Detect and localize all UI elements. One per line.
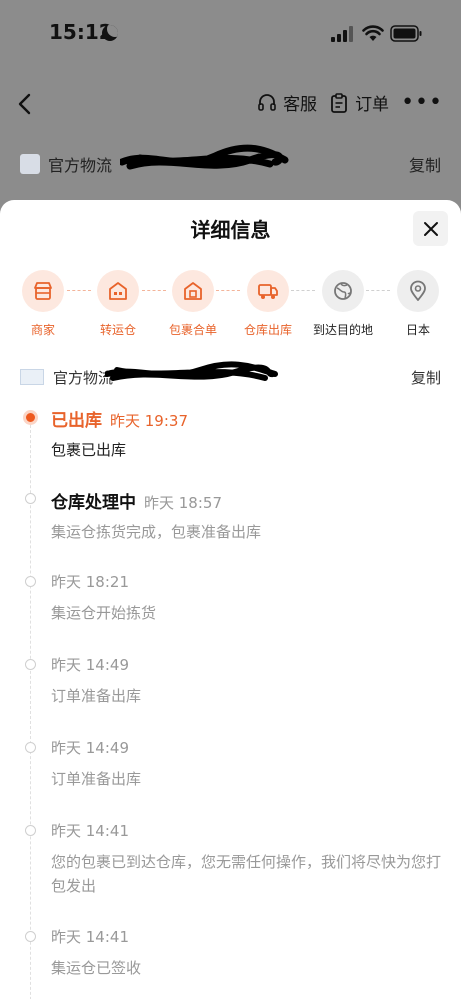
step-label: 转运仓 <box>99 323 136 337</box>
package-merge-icon <box>184 282 202 300</box>
step-label: 日本 <box>405 323 430 337</box>
step-japan-badge <box>397 270 439 312</box>
timeline-time: 昨天 18:21 <box>51 573 129 591</box>
wifi-icon <box>362 25 384 41</box>
step-label: 到达目的地 <box>312 323 373 337</box>
redaction-scribble <box>105 361 278 381</box>
timeline-desc: 订单准备出库 <box>51 687 142 705</box>
step-transit-warehouse-badge <box>97 270 139 312</box>
step-label: 包裹合单 <box>168 323 217 337</box>
truck-icon <box>258 284 278 299</box>
status-bar: 15:12 <box>0 0 461 66</box>
timeline-desc: 订单准备出库 <box>51 770 142 788</box>
globe-icon <box>334 282 352 300</box>
carrier-name: 官方物流 <box>53 368 114 387</box>
customer-service-label: 客服 <box>283 95 318 115</box>
timeline-time: 昨天 14:41 <box>51 928 129 946</box>
timeline-dot <box>25 493 36 504</box>
timeline-dot <box>25 742 36 753</box>
timeline-dot <box>25 659 36 670</box>
background-carrier-name: 官方物流 <box>48 156 113 175</box>
location-pin-icon <box>410 280 426 301</box>
step-transit-warehouse: 转运仓 <box>83 270 153 338</box>
close-button[interactable] <box>413 211 448 246</box>
step-warehouse-out: 仓库出库 <box>233 270 303 338</box>
orders-button[interactable]: 订单 <box>329 90 389 115</box>
back-arrow-icon[interactable] <box>15 92 35 116</box>
timeline-desc: 您的包裹已到达仓库，您无需任何操作，我们将尽快为您打包发出 <box>51 853 442 895</box>
sheet-title: 详细信息 <box>190 218 271 242</box>
step-package-merge-badge <box>172 270 214 312</box>
step-merchant-badge <box>22 270 64 312</box>
timeline-time: 昨天 18:57 <box>144 494 222 512</box>
timeline-dot <box>25 576 36 587</box>
close-icon <box>423 221 438 236</box>
timeline-dot <box>25 931 36 942</box>
carrier-logo <box>20 154 40 174</box>
battery-icon <box>390 25 422 42</box>
progress-steps: 商家 转运仓 包裹合单 仓库出库 到达目的地 日本 <box>0 270 461 340</box>
timeline-line <box>30 420 31 999</box>
background-page: 15:12 客服 订单 ••• 官方物流 复制 <box>0 0 461 230</box>
step-destination: 到达目的地 <box>308 270 378 338</box>
step-label: 仓库出库 <box>243 323 292 337</box>
step-warehouse-out-badge <box>247 270 289 312</box>
timeline-time: 昨天 14:49 <box>51 739 129 757</box>
background-copy-button[interactable]: 复制 <box>409 152 441 176</box>
carrier-logo <box>20 369 44 385</box>
timeline-status: 仓库处理中 <box>51 493 136 513</box>
customer-service-button[interactable]: 客服 <box>257 90 317 115</box>
timeline-desc: 集运仓已签收 <box>51 959 142 977</box>
step-label: 商家 <box>30 323 55 337</box>
timeline-dot-current <box>23 410 38 425</box>
more-options-icon[interactable]: ••• <box>401 91 443 114</box>
timeline-status: 已出库 <box>51 411 102 431</box>
timeline-dot <box>25 825 36 836</box>
timeline-time: 昨天 19:37 <box>110 412 188 430</box>
step-japan: 日本 <box>383 270 453 338</box>
timeline-time: 昨天 14:49 <box>51 656 129 674</box>
store-icon <box>34 282 52 300</box>
signal-icon <box>331 26 353 42</box>
step-destination-badge <box>322 270 364 312</box>
step-merchant: 商家 <box>8 270 78 338</box>
copy-tracking-button[interactable]: 复制 <box>411 367 441 388</box>
warehouse-icon <box>109 282 127 300</box>
headset-icon <box>258 93 276 111</box>
orders-label: 订单 <box>355 95 390 115</box>
clipboard-icon <box>331 92 347 113</box>
step-package-merge: 包裹合单 <box>158 270 228 338</box>
redaction-scribble <box>120 144 289 170</box>
moon-icon <box>102 25 118 41</box>
timeline-desc: 包裹已出库 <box>51 441 127 459</box>
timeline-desc: 集运仓开始拣货 <box>51 604 157 622</box>
detail-sheet: 详细信息 商家 转运仓 包裹合单 仓库出库 到达目的地 日本 官方物流 复制 已… <box>0 200 461 999</box>
timeline-desc: 集运仓拣货完成，包裹准备出库 <box>51 523 262 541</box>
top-nav: 客服 订单 ••• <box>0 82 461 126</box>
timeline-time: 昨天 14:41 <box>51 822 129 840</box>
